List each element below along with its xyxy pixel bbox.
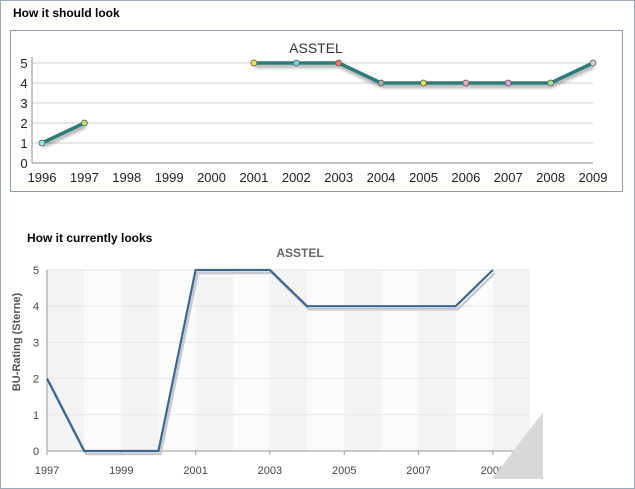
top-x-tick-label: 1999	[155, 170, 184, 185]
top-x-tick-label: 2009	[579, 170, 608, 185]
top-chart-title: ASSTEL	[289, 40, 343, 56]
top-y-tick-label: 1	[20, 136, 27, 151]
top-y-tick-label: 2	[20, 116, 27, 131]
top-data-point	[377, 79, 385, 87]
top-data-point	[292, 59, 300, 67]
top-x-tick-label: 2004	[367, 170, 396, 185]
top-data-point	[547, 79, 555, 87]
top-x-tick-label: 1997	[70, 170, 99, 185]
top-chart: ASSTEL 0 1 2 3 4 5 1996 1997 1998 1999 2000 2001 20…	[20, 40, 608, 185]
top-y-tick-label: 3	[20, 96, 27, 111]
top-x-tick-label: 2001	[239, 170, 268, 185]
top-y-tick-label: 0	[20, 156, 27, 171]
top-x-tick-label: 1996	[28, 170, 57, 185]
top-series-line	[41, 121, 86, 145]
top-data-point	[250, 59, 258, 67]
top-data-point	[420, 79, 427, 87]
heading-currently-looks: How it currently looks	[27, 231, 153, 245]
top-x-tick-label: 2008	[536, 170, 565, 185]
top-x-tick-label: 2000	[197, 170, 226, 185]
top-y-tick-labels: 0 1 2 3 4 5	[20, 56, 27, 171]
top-y-tick-label: 4	[20, 76, 27, 91]
top-y-tick-label: 5	[20, 56, 27, 71]
top-data-point	[589, 59, 597, 67]
top-x-tick-label: 1998	[112, 170, 141, 185]
top-data-point	[335, 59, 343, 67]
top-x-tick-label: 2005	[409, 170, 438, 185]
top-x-tick-label: 2002	[282, 170, 311, 185]
top-x-tick-label: 2003	[324, 170, 353, 185]
top-data-point	[80, 119, 88, 127]
top-data-point	[38, 139, 46, 147]
top-x-tick-labels: 1996 1997 1998 1999 2000 2001 2002 2003 2004 2005…	[28, 170, 608, 185]
top-data-point	[504, 79, 512, 87]
top-data-point	[462, 79, 470, 87]
top-gridlines	[32, 62, 593, 164]
top-x-tick-label: 2006	[451, 170, 480, 185]
top-x-tick-label: 2007	[494, 170, 523, 185]
